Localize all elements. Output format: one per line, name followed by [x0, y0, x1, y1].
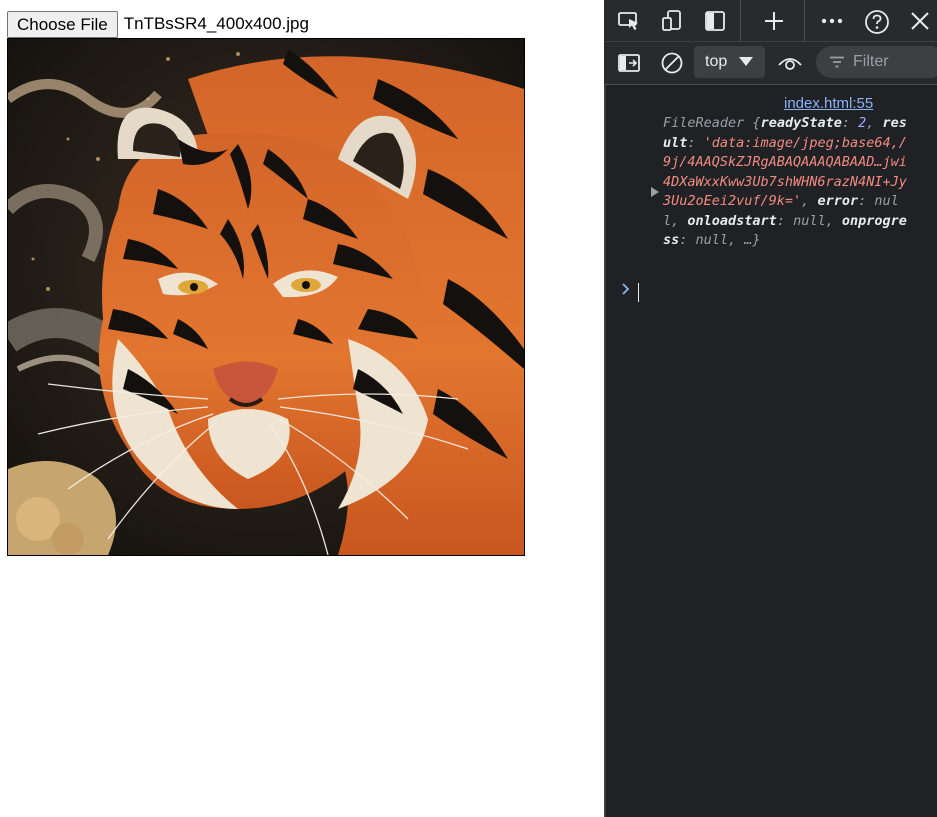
- log-value-onprogress: null: [695, 232, 729, 248]
- expand-triangle-icon[interactable]: [650, 185, 660, 203]
- console-filter-input[interactable]: Filter: [816, 46, 937, 78]
- toolbar-divider: [804, 0, 805, 42]
- choose-file-button[interactable]: Choose File: [7, 10, 118, 38]
- sidebar-toggle-icon[interactable]: [616, 52, 642, 74]
- file-input[interactable]: Choose File TnTBsSR4_400x400.jpg: [7, 10, 309, 38]
- live-expression-eye-icon[interactable]: [776, 52, 804, 74]
- log-key-readystate: readyState: [760, 115, 842, 131]
- dock-side-icon[interactable]: [702, 9, 728, 33]
- devtools-panel: top Filter index.html:55 FileReader {rea…: [604, 0, 937, 817]
- log-open-brace: {: [752, 115, 761, 131]
- filter-placeholder: Filter: [853, 53, 889, 70]
- devtools-main-toolbar: [604, 0, 937, 42]
- log-key-onloadstart: onloadstart: [687, 212, 777, 229]
- console-input-caret[interactable]: [638, 283, 639, 302]
- web-page: Choose File TnTBsSR4_400x400.jpg: [0, 0, 604, 817]
- console-toolbar: top Filter: [604, 42, 937, 85]
- console-log-entry[interactable]: FileReader {readyState: 2, result: 'data…: [663, 114, 913, 251]
- log-value-onloadstart: null: [793, 212, 826, 229]
- console-source-link[interactable]: index.html:55: [784, 95, 873, 112]
- toolbar-divider: [740, 0, 741, 42]
- log-object-name: FileReader: [663, 115, 745, 131]
- filter-icon: [830, 56, 844, 68]
- inspect-element-icon[interactable]: [616, 9, 642, 33]
- context-selector[interactable]: top: [694, 46, 765, 78]
- chevron-down-icon: [739, 57, 753, 66]
- clear-console-icon[interactable]: [660, 51, 684, 75]
- device-emulation-icon[interactable]: [659, 9, 685, 33]
- context-selector-value: top: [705, 53, 728, 70]
- console-prompt-chevron-icon: [621, 282, 631, 301]
- log-tail: , …}: [728, 232, 761, 248]
- help-icon[interactable]: [863, 8, 891, 36]
- selected-file-name: TnTBsSR4_400x400.jpg: [123, 14, 309, 33]
- log-key-error: error: [817, 193, 859, 209]
- more-options-icon[interactable]: [819, 9, 845, 33]
- tiger-illustration: [8, 39, 524, 555]
- close-icon[interactable]: [908, 9, 932, 33]
- new-tab-plus-icon[interactable]: [761, 9, 787, 33]
- image-preview: [7, 38, 525, 556]
